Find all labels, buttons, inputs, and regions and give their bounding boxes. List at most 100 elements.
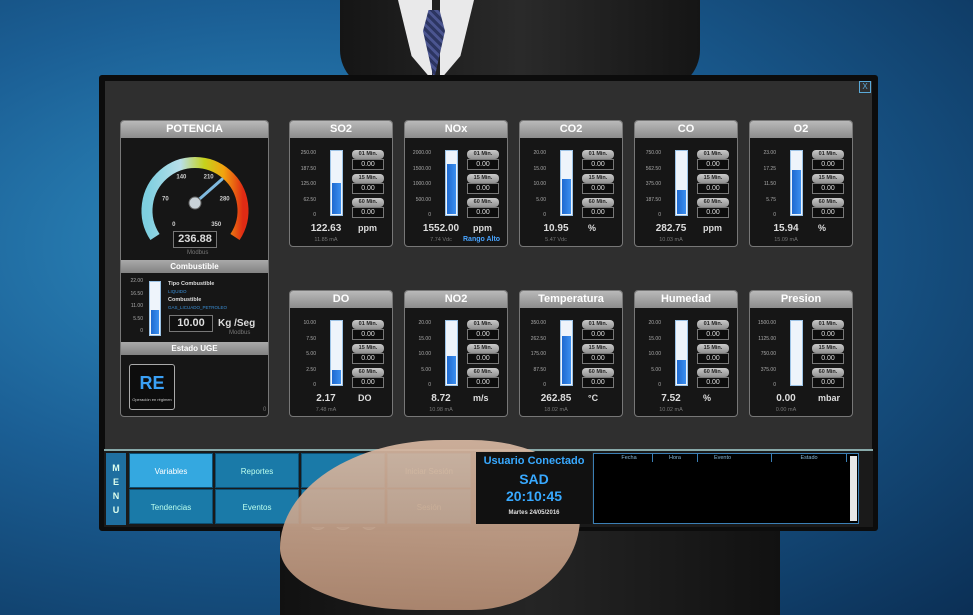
sensor-scale-tick: 87.50 bbox=[533, 366, 546, 373]
sensor-minute-label: 01 Min. bbox=[352, 320, 384, 329]
sensor-minute-label: 60 Min. bbox=[582, 198, 614, 207]
sensor-scale-tick: 0 bbox=[773, 382, 776, 388]
sensor-panel-nox: NOx 2000.00 1500.00 1000.00 500.00 0 01 Min. 0.… bbox=[404, 120, 508, 247]
fuel-scale-tick: 0 bbox=[140, 328, 143, 334]
user-title: Usuario Conectado bbox=[483, 455, 585, 467]
sensor-minute-label: 01 Min. bbox=[697, 320, 729, 329]
sensor-value: 15.94 bbox=[773, 223, 799, 234]
sensor-minute-label: 01 Min. bbox=[812, 150, 844, 159]
sensor-scale-tick: 0 bbox=[543, 212, 546, 218]
menu-letter: U bbox=[112, 505, 120, 515]
sensor-scale-tick: 2.50 bbox=[306, 366, 316, 373]
sensor-level-fill bbox=[562, 336, 571, 384]
sensor-level-fill bbox=[792, 169, 801, 214]
sensor-title: NO2 bbox=[405, 291, 507, 308]
sensor-minute-label: 60 Min. bbox=[697, 198, 729, 207]
menu-button-tendencias[interactable]: Tendencias bbox=[129, 489, 213, 524]
sensor-scale-tick: 187.50 bbox=[645, 196, 661, 203]
sensor-scale-tick: 0 bbox=[313, 382, 316, 388]
sensor-scale-tick: 0 bbox=[313, 212, 316, 218]
sensor-scale-tick: 175.00 bbox=[530, 351, 546, 357]
sensor-level-fill bbox=[677, 359, 686, 384]
sensor-raw: 11.85 mA bbox=[314, 237, 338, 243]
sensor-minute-label: 60 Min. bbox=[467, 368, 499, 377]
sensor-raw: 10.98 mA bbox=[429, 407, 453, 413]
sensor-unit: ppm bbox=[473, 223, 492, 233]
sensor-scale-tick: 125.00 bbox=[300, 181, 316, 187]
fuel-scale-tick: 16.50 bbox=[130, 290, 143, 297]
sensor-minute-label: 60 Min. bbox=[467, 198, 499, 207]
sensor-minute-label: 01 Min. bbox=[582, 320, 614, 329]
sensor-scale-tick: 500.00 bbox=[415, 196, 431, 203]
sensor-minute-label: 60 Min. bbox=[352, 368, 384, 377]
sensor-level-fill bbox=[562, 178, 571, 214]
sensor-title: CO2 bbox=[520, 121, 622, 138]
sensor-scale-tick: 15.00 bbox=[648, 335, 661, 342]
sensor-range-flag: Rango Alto bbox=[463, 236, 501, 243]
sensor-minute-label: 01 Min. bbox=[697, 150, 729, 159]
events-table[interactable]: Fecha Hora Evento Estado bbox=[593, 453, 859, 524]
sensor-tube bbox=[560, 150, 573, 216]
sensor-unit: DO bbox=[358, 393, 372, 403]
sensor-panel-presion: Presion 1500.00 1125.00 750.00 375.00 0 01 Min… bbox=[749, 290, 853, 417]
sensor-minute-value: 0.00 bbox=[467, 329, 499, 340]
menu-button-reportes[interactable]: Reportes bbox=[215, 453, 299, 488]
sensor-tube bbox=[675, 150, 688, 216]
events-col-evento: Evento bbox=[674, 454, 772, 462]
sensor-minute-label: 15 Min. bbox=[582, 344, 614, 353]
fuel-name-label: Combustible bbox=[168, 297, 202, 303]
menu-letter: E bbox=[112, 477, 119, 487]
sensor-minute-label: 01 Min. bbox=[467, 320, 499, 329]
sensor-minute-value: 0.00 bbox=[352, 207, 384, 218]
sensor-scale-tick: 5.00 bbox=[536, 196, 546, 203]
sensor-unit: ppm bbox=[703, 223, 722, 233]
sensor-scale-tick: 10.00 bbox=[303, 320, 316, 326]
sensor-minute-label: 15 Min. bbox=[352, 174, 384, 183]
sensor-minute-value: 0.00 bbox=[467, 159, 499, 170]
sensor-scale-tick: 10.00 bbox=[418, 351, 431, 357]
sensor-scale-tick: 2000.00 bbox=[412, 150, 431, 156]
sensor-scale-tick: 0 bbox=[658, 212, 661, 218]
power-source: Modbus bbox=[187, 250, 209, 256]
sensor-tube bbox=[790, 320, 803, 386]
sensor-panel-no2: NO2 20.00 15.00 10.00 5.00 0 01 Min. 0.00 15 Min… bbox=[404, 290, 508, 417]
sensor-unit: % bbox=[588, 223, 597, 233]
sensor-scale-tick: 5.75 bbox=[766, 196, 776, 203]
sensor-unit: ppm bbox=[358, 223, 377, 233]
sensor-scale-tick: 375.00 bbox=[760, 366, 776, 373]
fuel-scale: 22.00 16.50 11.00 5.50 0 bbox=[121, 278, 145, 334]
sensor-raw: 18.02 mA bbox=[544, 407, 568, 413]
sensor-scale-tick: 5.00 bbox=[651, 366, 661, 373]
sensor-panel-o2: O2 23.00 17.25 11.50 5.75 0 01 Min. 0.00 15 Min.… bbox=[749, 120, 853, 247]
sensor-scale-tick: 250.00 bbox=[300, 150, 316, 156]
sensor-panel-humedad: Humedad 20.00 15.00 10.00 5.00 0 01 Min. 0.00 15… bbox=[634, 290, 738, 417]
sensor-tube bbox=[675, 320, 688, 386]
sensor-minute-value: 0.00 bbox=[352, 183, 384, 194]
sensor-panel-co2: CO2 20.00 15.00 10.00 5.00 0 01 Min. 0.00 15 Min… bbox=[519, 120, 623, 247]
sensor-scale-tick: 7.50 bbox=[306, 335, 316, 342]
menu-button-variables[interactable]: Variables bbox=[129, 453, 213, 488]
sensor-raw: 0.00 mA bbox=[775, 407, 797, 413]
sensor-minute-label: 01 Min. bbox=[812, 320, 844, 329]
sensor-title: Humedad bbox=[635, 291, 737, 308]
fuel-tube bbox=[149, 281, 161, 336]
sensor-scale-tick: 1000.00 bbox=[412, 181, 431, 187]
events-scrollbar[interactable] bbox=[850, 456, 857, 521]
sensor-minute-value: 0.00 bbox=[812, 183, 844, 194]
sensor-unit: mbar bbox=[818, 393, 841, 403]
gauge-tick-label: 280 bbox=[220, 196, 231, 202]
sensor-minute-label: 01 Min. bbox=[352, 150, 384, 159]
sensor-minute-value: 0.00 bbox=[697, 159, 729, 170]
close-button[interactable]: X bbox=[859, 81, 871, 93]
sensor-raw: 7.74 Vdc bbox=[430, 237, 452, 243]
sensor-scale-tick: 0 bbox=[543, 382, 546, 388]
power-title: POTENCIA bbox=[121, 121, 268, 138]
sensor-scale-tick: 1500.00 bbox=[412, 165, 431, 172]
sensor-scale-tick: 23.00 bbox=[763, 150, 776, 156]
sensor-scale-tick: 15.00 bbox=[533, 165, 546, 172]
menu-letter: M bbox=[112, 463, 120, 473]
sensor-minute-value: 0.00 bbox=[467, 377, 499, 388]
sensor-minute-label: 60 Min. bbox=[697, 368, 729, 377]
sensor-minute-value: 0.00 bbox=[467, 353, 499, 364]
sensor-scale-tick: 0 bbox=[428, 382, 431, 388]
